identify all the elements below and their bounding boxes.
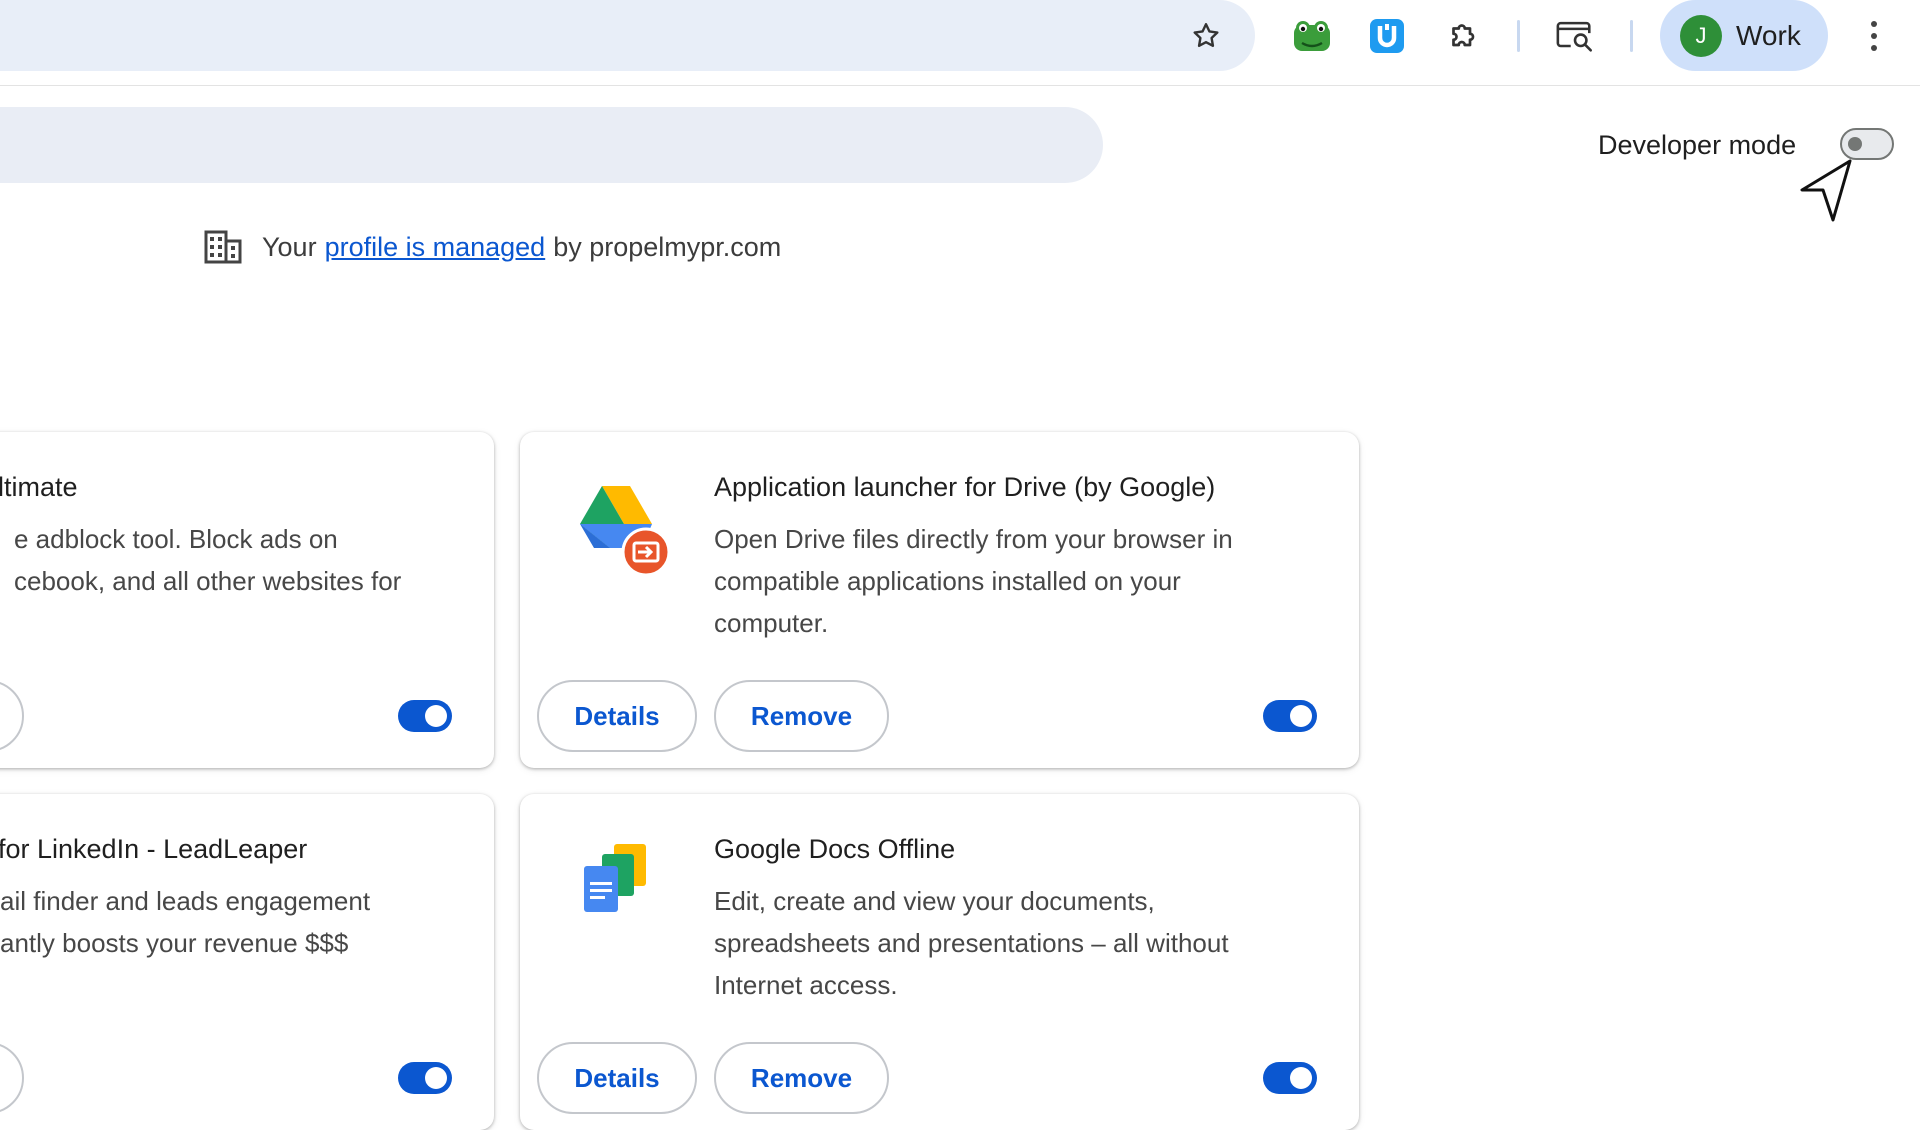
extension-enabled-toggle[interactable]	[1263, 700, 1317, 732]
tab-search-icon	[1556, 21, 1592, 52]
extension-enabled-toggle[interactable]	[398, 700, 452, 732]
frog-extension-icon	[1294, 21, 1330, 51]
browser-toolbar: J Work	[0, 0, 1920, 86]
avatar: J	[1680, 14, 1722, 57]
u-extension-button[interactable]	[1365, 15, 1409, 57]
managed-profile-notice: Your profile is managed by propelmypr.co…	[204, 230, 781, 264]
managed-prefix: Your	[262, 231, 317, 262]
extension-card: ltimate e adblock tool. Block ads on ceb…	[0, 432, 494, 768]
extension-description: Open Drive files directly from your brow…	[714, 524, 1233, 638]
extension-description: e adblock tool. Block ads on cebook, and…	[14, 524, 402, 596]
u-extension-icon	[1370, 19, 1404, 53]
star-icon	[1193, 23, 1219, 48]
frog-extension-button[interactable]	[1290, 15, 1334, 57]
docs-offline-logo-icon	[584, 844, 646, 912]
extension-enabled-toggle[interactable]	[398, 1062, 452, 1094]
profile-managed-link[interactable]: profile is managed	[325, 232, 546, 263]
extension-title: Google Docs Offline	[714, 834, 956, 864]
profile-button[interactable]: J Work	[1660, 0, 1828, 71]
details-button[interactable]: Details	[537, 680, 697, 752]
extension-card: Application launcher for Drive (by Googl…	[520, 432, 1359, 768]
remove-button[interactable]	[0, 680, 24, 752]
extension-title: ltimate	[0, 472, 78, 502]
tab-search-button[interactable]	[1553, 15, 1597, 57]
extension-description: ail finder and leads engagement antly bo…	[0, 886, 371, 958]
address-bar[interactable]	[0, 0, 1255, 71]
extension-title: Application launcher for Drive (by Googl…	[714, 472, 1216, 502]
building-icon	[204, 230, 242, 264]
remove-button[interactable]: Remove	[714, 680, 889, 752]
more-menu-button[interactable]	[1860, 14, 1888, 58]
details-button[interactable]: Details	[537, 1042, 697, 1114]
search-extensions-input[interactable]	[0, 107, 1103, 183]
drive-launcher-logo-icon	[580, 486, 671, 577]
bookmark-star-button[interactable]	[1184, 16, 1228, 56]
extension-description: Edit, create and view your documents, sp…	[714, 886, 1229, 1000]
mouse-pointer-icon	[1800, 159, 1852, 222]
developer-mode-toggle[interactable]	[1840, 128, 1894, 160]
puzzle-piece-icon	[1452, 24, 1475, 47]
toolbar-separator	[1517, 20, 1520, 52]
toolbar-separator	[1630, 20, 1633, 52]
remove-button[interactable]	[0, 1042, 24, 1114]
profile-name: Work	[1736, 19, 1801, 51]
extensions-menu-button[interactable]	[1442, 15, 1486, 57]
more-vert-icon	[1871, 21, 1877, 27]
developer-mode-label: Developer mode	[1598, 130, 1797, 160]
managed-suffix: by propelmypr.com	[553, 231, 782, 262]
remove-button[interactable]: Remove	[714, 1042, 889, 1114]
extension-title: for LinkedIn - LeadLeaper	[0, 834, 308, 864]
extension-enabled-toggle[interactable]	[1263, 1062, 1317, 1094]
